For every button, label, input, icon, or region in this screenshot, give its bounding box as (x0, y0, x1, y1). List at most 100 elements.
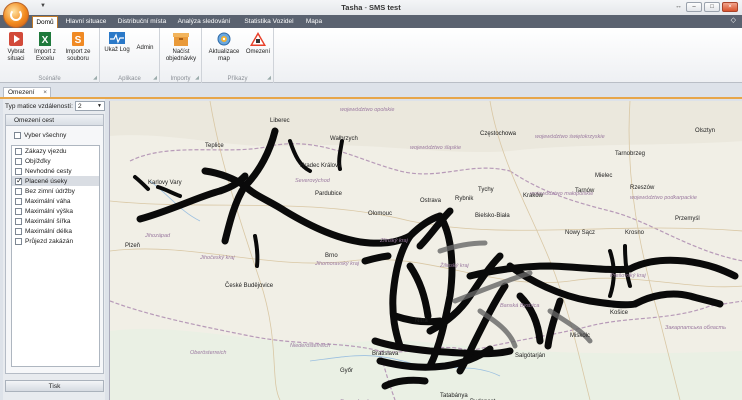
map-label: Liberec (270, 118, 290, 124)
map-label: Pardubice (315, 191, 343, 197)
excel-icon: X (39, 32, 51, 46)
tab-analyza-sledovani[interactable]: Analýza sledování (175, 16, 233, 28)
map-label: województwo śląskie (410, 145, 461, 151)
ribbon: Vybrat situaci X Import z Excelu S Import … (0, 28, 742, 83)
app-menu-button[interactable] (3, 2, 29, 28)
play-icon (9, 32, 23, 46)
map-label: Oberösterreich (190, 350, 226, 356)
title-bar: ▼ Tasha - SMS test ↔ – □ × (0, 0, 742, 15)
map-view[interactable]: województwo opolskie województwo śląskie w… (109, 101, 742, 400)
typ-matice-label: Typ matice vzdáleností: (5, 103, 73, 110)
roadwork-icon (250, 32, 266, 46)
restriction-item-label: Placené úseky (25, 177, 68, 185)
group-launcher-icon[interactable]: ◢ (93, 75, 97, 81)
group-label-prikazy: Příkazy (227, 76, 248, 82)
map-label: Bratislava (372, 351, 399, 357)
map-label: České Budějovice (225, 282, 274, 289)
checkbox-icon (15, 157, 22, 165)
checkbox-icon (15, 147, 22, 155)
tab-mapa[interactable]: Mapa (303, 16, 325, 28)
globe-gear-icon (217, 32, 231, 46)
map-label: Ostrava (420, 198, 442, 204)
map-label: Olomouc (368, 211, 392, 217)
map-label: Brno (325, 253, 338, 259)
restriction-item[interactable]: Placené úseky (12, 176, 99, 186)
checkbox-icon (15, 207, 22, 215)
restriction-item[interactable]: Maximální šířka (12, 216, 99, 226)
map-label: Olsztyn (695, 128, 715, 134)
map-label: Nowy Sącz (565, 230, 595, 236)
minimize-button[interactable]: – (686, 2, 702, 12)
map-label: Košice (610, 310, 629, 316)
map-label: Salgótarján (515, 353, 545, 359)
tab-distribucni-mista[interactable]: Distribuční místa (115, 16, 169, 28)
checkbox-icon (14, 132, 21, 139)
tisk-button[interactable]: Tisk (5, 380, 104, 392)
group-aplikace: Ukaž Log Admin Aplikace ◢ (100, 28, 160, 83)
restriction-item[interactable]: Průjezd zakázán (12, 236, 99, 246)
map-label: województwo świętokrzyskie (535, 134, 605, 140)
map-label: województwo opolskie (340, 107, 394, 113)
nacist-objednavky-button[interactable]: Načíst objednávky (162, 31, 200, 63)
map-label: Tatabánya (440, 393, 468, 399)
map-label: Severovýchod (295, 178, 331, 184)
close-button[interactable]: × (722, 2, 738, 12)
map-label: Kraków (523, 193, 544, 199)
map-canvas[interactable]: województwo opolskie województwo śląskie w… (110, 101, 742, 400)
restriction-item-label: Maximální váha (25, 197, 71, 205)
group-scenare: Vybrat situaci X Import z Excelu S Import … (0, 28, 100, 83)
tab-domu[interactable]: Domů (32, 16, 58, 28)
map-label: Tarnów (575, 188, 595, 194)
ukaz-log-button[interactable]: Ukaž Log (103, 31, 131, 54)
typ-matice-select[interactable]: 2 ▼ (75, 101, 105, 111)
svg-text:S: S (75, 35, 82, 46)
restriction-item[interactable]: Maximální délka (12, 226, 99, 236)
checkbox-icon (15, 217, 22, 225)
checkbox-icon (15, 187, 22, 195)
restriction-item[interactable]: Maximální váha (12, 196, 99, 206)
map-label: Tychy (478, 187, 494, 193)
group-importy: Načíst objednávky Importy ◢ (160, 28, 202, 83)
tab-hlavni-situace[interactable]: Hlavní situace (61, 16, 111, 28)
map-label: Krosno (625, 230, 645, 236)
map-label: Częstochowa (480, 131, 517, 137)
map-label: Žilinský kraj (439, 261, 470, 269)
map-label: Bielsko-Biała (475, 213, 510, 219)
restriction-item-label: Nevhodné cesty (25, 167, 72, 175)
restriction-item[interactable]: Maximální výška (12, 206, 99, 216)
vybrat-situaci-button[interactable]: Vybrat situaci (3, 31, 29, 63)
omezeni-button[interactable]: Omezení (244, 31, 272, 56)
map-label: Miskolc (570, 333, 590, 339)
map-label: Nitra (415, 318, 428, 324)
ribbon-collapse-icon[interactable]: ◇ (731, 16, 736, 24)
box-icon (173, 33, 189, 46)
admin-button[interactable]: Admin (133, 45, 157, 52)
aktualizace-map-button[interactable]: Aktualizace map (205, 31, 243, 63)
group-launcher-icon[interactable]: ◢ (195, 75, 199, 81)
map-label: Mielec (595, 173, 612, 179)
map-label: Tarnobrzeg (615, 151, 645, 157)
map-label: Rybnik (455, 196, 474, 202)
maximize-button[interactable]: □ (704, 2, 720, 12)
map-label: województwo podkarpackie (630, 195, 697, 201)
restriction-item[interactable]: Zákazy vjezdu (12, 146, 99, 156)
tab-statistika-vozidel[interactable]: Statistika Vozidel (241, 16, 297, 28)
import-ze-souboru-button[interactable]: S Import ze souboru (61, 31, 95, 63)
group-prikazy: Aktualizace map Omezení Příkazy ◢ (202, 28, 274, 83)
restriction-item[interactable]: Nevhodné cesty (12, 166, 99, 176)
ribbon-tabs: Domů Hlavní situace Distribuční místa An… (0, 15, 742, 28)
chevron-down-icon: ▼ (97, 103, 102, 109)
map-label: Закарпатська область (665, 325, 726, 331)
group-launcher-icon[interactable]: ◢ (267, 75, 271, 81)
group-label-scenare: Scénáře (38, 76, 61, 82)
restriction-item-label: Maximální délka (25, 227, 72, 235)
import-z-excelu-button[interactable]: X Import z Excelu (31, 31, 59, 63)
restriction-item[interactable]: Bez zimní údržby (12, 186, 99, 196)
restore-size-icon[interactable]: ↔ (675, 3, 682, 10)
import-file-icon: S (72, 32, 84, 46)
restriction-item[interactable]: Objížďky (12, 156, 99, 166)
restriction-item-label: Maximální šířka (25, 217, 71, 225)
group-launcher-icon[interactable]: ◢ (153, 75, 157, 81)
checkbox-icon (15, 227, 22, 235)
select-all-checkbox[interactable]: Vyber všechny (14, 132, 66, 139)
